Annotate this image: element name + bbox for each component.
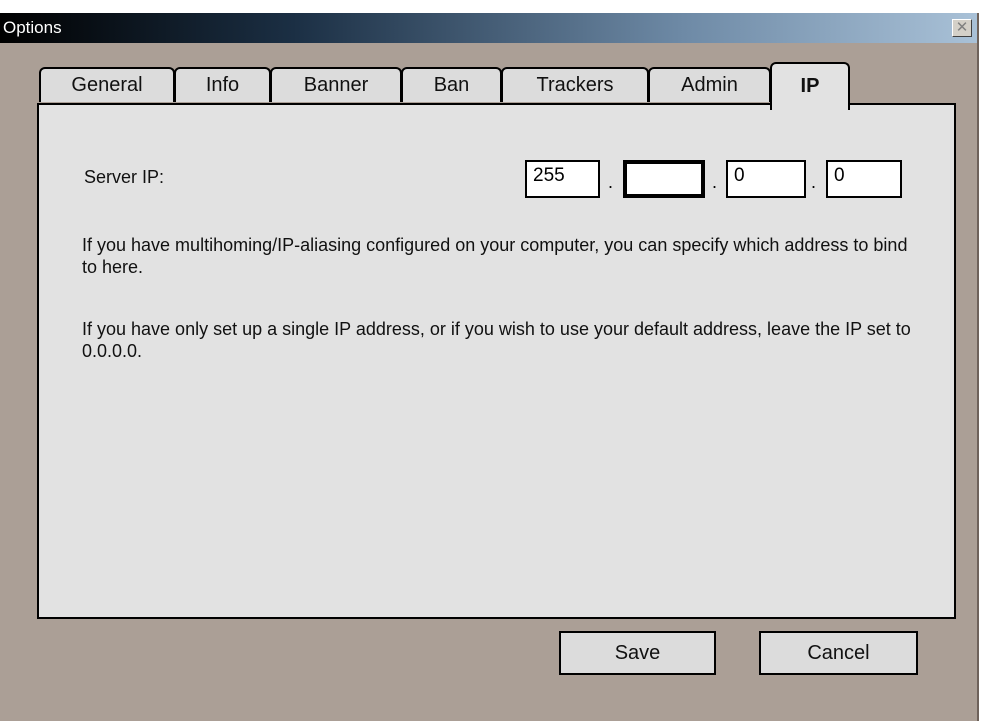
tab-general[interactable]: General: [39, 67, 175, 102]
default-address-help-text: If you have only set up a single IP addr…: [82, 319, 911, 361]
ip-octet-3-input[interactable]: 0: [726, 160, 806, 198]
ip-separator: .: [608, 172, 614, 192]
tab-ban[interactable]: Ban: [401, 67, 502, 102]
ip-separator: .: [712, 172, 718, 192]
tab-info[interactable]: Info: [174, 67, 271, 102]
ip-octet-1-input[interactable]: 255: [525, 160, 600, 198]
close-icon[interactable]: ✕: [952, 19, 972, 37]
ip-separator: .: [811, 172, 817, 192]
tab-ip[interactable]: IP: [770, 62, 850, 110]
ip-octet-4-input[interactable]: 0: [826, 160, 902, 198]
tab-banner[interactable]: Banner: [270, 67, 402, 102]
server-ip-label: Server IP:: [84, 167, 165, 187]
window-title: Options: [3, 18, 62, 37]
tab-admin[interactable]: Admin: [648, 67, 771, 102]
cancel-button[interactable]: Cancel: [759, 631, 918, 675]
tab-trackers[interactable]: Trackers: [501, 67, 649, 102]
title-bar[interactable]: Options ✕: [0, 13, 977, 43]
save-button[interactable]: Save: [559, 631, 716, 675]
multihoming-help-text: If you have multihoming/IP-aliasing conf…: [82, 235, 908, 277]
ip-octet-2-input[interactable]: [623, 160, 705, 198]
